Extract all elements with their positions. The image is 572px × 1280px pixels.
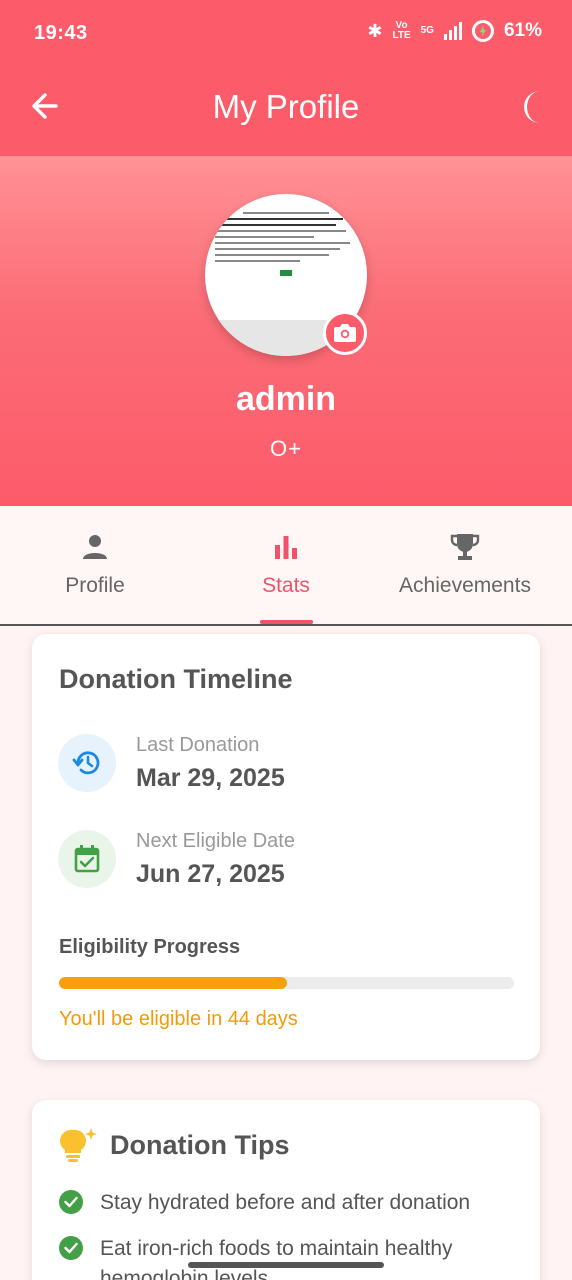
tab-label: Profile bbox=[65, 574, 125, 597]
camera-icon bbox=[334, 324, 356, 342]
tab-label: Achievements bbox=[399, 574, 531, 597]
tab-bar: Profile Stats Achievements bbox=[0, 506, 572, 626]
last-donation-label: Last Donation bbox=[136, 734, 260, 756]
change-photo-button[interactable] bbox=[323, 311, 367, 355]
app-bar: My Profile bbox=[0, 66, 572, 156]
status-bar: 19:43 ✱ Vo LTE 5G 61% bbox=[0, 0, 572, 66]
tip-text: Stay hydrated before and after donation bbox=[100, 1191, 471, 1214]
network-type: 5G bbox=[420, 25, 434, 36]
last-donation-date: Mar 29, 2025 bbox=[136, 764, 285, 792]
tab-stats[interactable]: Stats bbox=[191, 506, 381, 624]
eligibility-title: Eligibility Progress bbox=[59, 936, 241, 958]
history-icon bbox=[58, 734, 116, 792]
bluetooth-icon: ✱ bbox=[367, 20, 383, 41]
card-title: Donation Tips bbox=[110, 1130, 290, 1160]
calendar-check-icon bbox=[58, 830, 116, 888]
next-eligible-item: Next Eligible Date Jun 27, 2025 bbox=[58, 830, 518, 900]
donation-timeline-card: Donation Timeline Last Donation Mar 29, … bbox=[32, 634, 540, 1060]
tab-indicator bbox=[260, 620, 313, 624]
page-title: My Profile bbox=[212, 88, 360, 125]
tip-text: Eat iron-rich foods to maintain healthy … bbox=[100, 1237, 453, 1280]
tab-label: Stats bbox=[262, 574, 310, 597]
home-indicator[interactable] bbox=[188, 1262, 384, 1268]
volte-icon: Vo LTE bbox=[392, 20, 411, 41]
battery-percent: 61% bbox=[503, 20, 542, 41]
check-circle-icon bbox=[59, 1190, 83, 1214]
next-eligible-label: Next Eligible Date bbox=[136, 830, 295, 852]
theme-toggle-button[interactable] bbox=[520, 90, 548, 124]
lightbulb-icon bbox=[60, 1128, 97, 1162]
battery-icon bbox=[471, 20, 494, 42]
trophy-icon bbox=[450, 534, 480, 560]
person-icon bbox=[83, 535, 107, 559]
eligibility-progress-fill bbox=[59, 977, 287, 989]
eligibility-progress-bar bbox=[59, 977, 514, 989]
status-time: 19:43 bbox=[34, 22, 88, 44]
status-icons: ✱ Vo LTE 5G 61% bbox=[367, 20, 542, 42]
tab-profile[interactable]: Profile bbox=[0, 506, 190, 624]
tab-achievements[interactable]: Achievements bbox=[382, 506, 548, 624]
check-circle-icon bbox=[59, 1236, 83, 1260]
next-eligible-date: Jun 27, 2025 bbox=[136, 860, 285, 888]
profile-header: admin O+ bbox=[0, 156, 572, 506]
blood-group: O+ bbox=[270, 436, 302, 461]
donation-tips-card: Donation Tips Stay hydrated before and a… bbox=[32, 1100, 540, 1280]
moon-icon bbox=[524, 91, 540, 123]
bar-chart-icon bbox=[275, 536, 297, 559]
username: admin bbox=[235, 380, 337, 418]
signal-icon bbox=[443, 22, 462, 40]
card-title: Donation Timeline bbox=[59, 664, 293, 694]
eligibility-note: You'll be eligible in 44 days bbox=[59, 1008, 298, 1030]
last-donation-item: Last Donation Mar 29, 2025 bbox=[58, 734, 518, 804]
avatar-image bbox=[205, 204, 367, 319]
